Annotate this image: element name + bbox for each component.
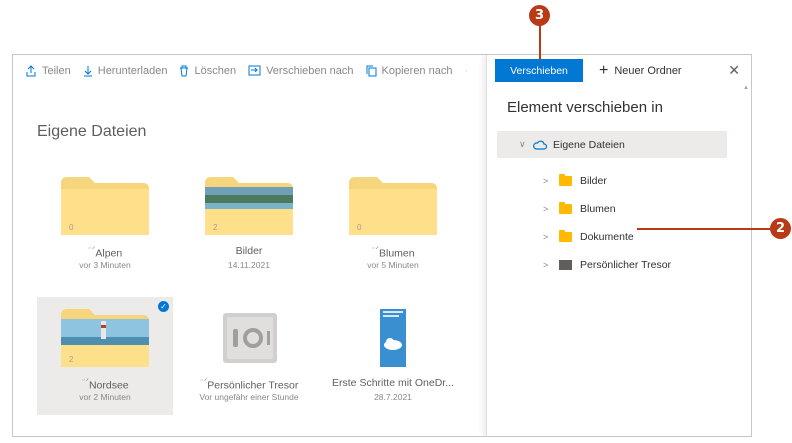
- tree-item-dokumente[interactable]: > Dokumente: [543, 227, 634, 247]
- copy-to-label: Kopieren nach: [381, 64, 453, 77]
- tree-root-eigene-dateien[interactable]: ∨ Eigene Dateien: [497, 131, 727, 158]
- share-icon: [26, 64, 36, 76]
- tree-item-label: Blumen: [580, 203, 616, 215]
- delete-label: Löschen: [194, 64, 237, 77]
- callout-2: 2: [770, 218, 791, 239]
- download-label: Herunterladen: [97, 64, 168, 77]
- folder-tile-bilder[interactable]: 2 Bilder 14.11.2021: [181, 165, 317, 283]
- folder-name: Alpen: [95, 247, 123, 260]
- new-folder-label: Neuer Ordner: [614, 64, 682, 77]
- move-icon: [248, 65, 261, 76]
- command-bar: Teilen Herunterladen Löschen Verschieben…: [13, 55, 486, 86]
- modified-date: 28.7.2021: [374, 392, 412, 402]
- chevron-down-icon[interactable]: ∨: [519, 139, 531, 150]
- tree-item-bilder[interactable]: > Bilder: [543, 171, 607, 191]
- sync-icon: ⁻ᐟ: [81, 377, 89, 386]
- folder-item-count: 2: [213, 223, 218, 232]
- delete-button[interactable]: Löschen: [179, 65, 236, 77]
- tree-item-label: Dokumente: [580, 231, 634, 243]
- callout-3-line: [539, 26, 541, 60]
- vault-tile[interactable]: ⁻ᐟPersönlicher Tresor Vor ungefähr einer…: [181, 297, 317, 415]
- move-to-button[interactable]: Verschieben nach: [248, 64, 354, 77]
- app-window: Teilen Herunterladen Löschen Verschieben…: [12, 54, 752, 437]
- move-panel: Verschieben + Neuer Ordner ✕ ▲ Element v…: [486, 55, 751, 436]
- tree-item-label: Bilder: [580, 175, 607, 187]
- tree-item-label: Persönlicher Tresor: [580, 259, 672, 271]
- chevron-right-icon[interactable]: >: [543, 232, 555, 242]
- panel-title: Element verschieben in: [507, 99, 663, 116]
- cloud-icon: [533, 140, 547, 150]
- folder-photo-icon: [61, 309, 149, 367]
- download-icon: [83, 65, 92, 76]
- plus-icon: +: [599, 61, 609, 79]
- scroll-up-arrow[interactable]: ▲: [743, 85, 749, 91]
- folder-icon: [559, 202, 572, 214]
- page-title: Eigene Dateien: [37, 123, 147, 140]
- callout-3: 3: [529, 5, 550, 26]
- chevron-right-icon[interactable]: >: [543, 260, 555, 270]
- folder-item-count: 0: [69, 223, 74, 232]
- tree-root-label: Eigene Dateien: [553, 138, 625, 151]
- folder-tile-alpen[interactable]: 0 ⁻ᐟAlpen vor 3 Minuten: [37, 165, 173, 283]
- tree-item-tresor[interactable]: > Persönlicher Tresor: [543, 255, 671, 275]
- folder-name: Nordsee: [88, 379, 129, 392]
- folder-icon: [559, 174, 572, 186]
- vault-icon: [559, 260, 572, 270]
- modified-date: vor 5 Minuten: [367, 260, 419, 270]
- move-to-label: Verschieben nach: [266, 64, 354, 77]
- safe-icon: [223, 313, 277, 363]
- document-thumbnail: [380, 309, 406, 367]
- chevron-right-icon[interactable]: >: [543, 176, 555, 186]
- vault-name: Persönlicher Tresor: [207, 379, 299, 392]
- share-button[interactable]: Teilen: [25, 65, 71, 77]
- modified-date: Vor ungefähr einer Stunde: [199, 392, 299, 402]
- callout-2-line: [637, 228, 771, 230]
- toolbar-divider: ·: [464, 64, 469, 77]
- download-button[interactable]: Herunterladen: [83, 64, 168, 77]
- folder-photo-icon: [205, 177, 293, 235]
- share-label: Teilen: [42, 64, 71, 77]
- file-name: Erste Schritte mit OneDr...: [332, 377, 454, 389]
- folder-tile-nordsee[interactable]: ✓ 2 ⁻ᐟNordsee vor 2 Minuten: [37, 297, 173, 415]
- folder-name: Blumen: [379, 247, 415, 260]
- modified-date: vor 2 Minuten: [79, 392, 131, 402]
- close-icon[interactable]: ✕: [728, 62, 740, 79]
- chevron-right-icon[interactable]: >: [543, 204, 555, 214]
- move-button[interactable]: Verschieben: [495, 59, 583, 82]
- modified-date: 14.11.2021: [228, 260, 270, 270]
- panel-header: Verschieben + Neuer Ordner ✕: [487, 55, 751, 86]
- new-folder-button[interactable]: + Neuer Ordner: [599, 61, 682, 79]
- folder-icon: [559, 230, 572, 242]
- folder-tile-blumen[interactable]: 0 ⁻ᐟBlumen vor 5 Minuten: [325, 165, 461, 283]
- copy-icon: [366, 65, 377, 76]
- folder-name: Bilder: [235, 245, 263, 257]
- selected-check-icon[interactable]: ✓: [158, 301, 169, 312]
- file-list-area: Eigene Dateien 0 ⁻ᐟAlpen vor 3 Minuten 2…: [13, 86, 486, 436]
- modified-date: vor 3 Minuten: [79, 260, 131, 270]
- folder-icon: [61, 177, 149, 235]
- sync-icon: ⁻ᐟ: [371, 245, 379, 254]
- copy-to-button[interactable]: Kopieren nach: [366, 64, 453, 77]
- file-tile-erste-schritte[interactable]: Erste Schritte mit OneDr... 28.7.2021: [325, 297, 461, 415]
- folder-item-count: 0: [357, 223, 362, 232]
- folder-item-count: 2: [69, 355, 74, 364]
- folder-icon: [349, 177, 437, 235]
- trash-icon: [180, 65, 189, 76]
- tree-item-blumen[interactable]: > Blumen: [543, 199, 616, 219]
